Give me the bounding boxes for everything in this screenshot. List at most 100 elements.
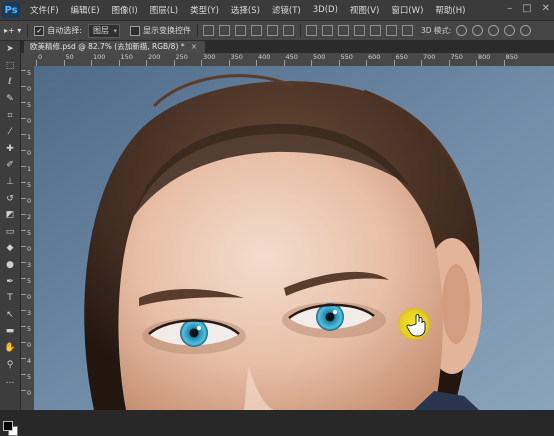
menu-edit[interactable]: 编辑(E) (65, 4, 106, 16)
ruler-tick (21, 294, 26, 295)
3d-rotate-icon[interactable] (456, 25, 468, 36)
healing-tool-icon[interactable]: ✚ (0, 141, 20, 158)
zoom-tool-icon[interactable]: ⚲ (0, 356, 20, 373)
ruler-tick (21, 310, 26, 311)
auto-align-icon[interactable] (401, 25, 413, 36)
ruler-tick-label: 1 (27, 165, 32, 173)
history-brush-tool-icon[interactable]: ↺ (0, 190, 20, 207)
clone-stamp-tool-icon[interactable]: ⊥ (0, 174, 20, 191)
ruler-tick (21, 246, 26, 247)
marquee-tool-icon[interactable]: ⬚ (0, 58, 20, 75)
ruler-tick-label: 500 (313, 53, 326, 61)
ruler-tick-label: 5 (27, 325, 32, 333)
align-bottom-icon[interactable] (234, 25, 246, 36)
menu-filter[interactable]: 滤镜(T) (266, 4, 307, 16)
3d-scale-icon[interactable] (520, 25, 532, 36)
options-bar: ▸+ ▾ ✓ 自动选择: 图层 显示变换控件 3D 模式: (0, 21, 554, 41)
document-tab-bar: 欧美精修.psd @ 82.7% (去加新描, RGB/8) * × (21, 41, 554, 53)
distribute-left-icon[interactable] (353, 25, 365, 36)
crop-tool-icon[interactable]: ⌗ (0, 107, 20, 124)
auto-select-dropdown[interactable]: 图层 (87, 23, 120, 38)
show-transform-option[interactable]: 显示变换控件 (129, 25, 191, 36)
ruler-tick-label: 2 (27, 213, 32, 221)
auto-select-checkbox[interactable]: ✓ (34, 25, 45, 36)
eyedropper-tool-icon[interactable]: ⁄ (0, 124, 20, 141)
ruler-tick (21, 102, 26, 103)
distribute-hcenter-icon[interactable] (369, 25, 381, 36)
ruler-tick-label: 300 (203, 53, 216, 61)
blur-tool-icon[interactable]: ◆ (0, 240, 20, 257)
distribute-bottom-icon[interactable] (337, 25, 349, 36)
align-left-icon[interactable] (250, 25, 262, 36)
menu-type[interactable]: 类型(Y) (184, 4, 225, 16)
lasso-tool-icon[interactable]: ℓ (0, 74, 20, 91)
menu-file[interactable]: 文件(F) (24, 4, 65, 16)
window-controls: – □ ✕ (507, 3, 550, 14)
ruler-tick-label: 3 (27, 309, 32, 317)
align-vcenter-icon[interactable] (218, 25, 230, 36)
foreground-color-swatch[interactable] (3, 421, 13, 431)
ruler-tick (21, 374, 26, 375)
ruler-tick-label: 700 (423, 53, 436, 61)
document-canvas[interactable] (34, 66, 554, 410)
show-transform-checkbox[interactable] (129, 25, 140, 36)
menu-window[interactable]: 窗口(W) (385, 4, 429, 16)
close-icon[interactable]: × (191, 42, 197, 51)
shape-tool-icon[interactable]: ▬ (0, 323, 20, 340)
quick-select-tool-icon[interactable]: ✎ (0, 91, 20, 108)
brush-tool-icon[interactable]: ✐ (0, 157, 20, 174)
dodge-tool-icon[interactable]: ● (0, 257, 20, 274)
ruler-tick (21, 118, 26, 119)
ruler-tick (21, 166, 26, 167)
ruler-tick-label: 250 (175, 53, 188, 61)
align-hcenter-icon[interactable] (266, 25, 278, 36)
ruler-tick (21, 214, 26, 215)
ruler-tick-label: 5 (27, 277, 32, 285)
ruler-tick-label: 5 (27, 101, 32, 109)
close-button[interactable]: ✕ (542, 3, 550, 14)
ruler-tick (21, 230, 26, 231)
pen-tool-icon[interactable]: ✒ (0, 273, 20, 290)
3d-drag-icon[interactable] (488, 25, 500, 36)
ruler-tick-label: 650 (395, 53, 408, 61)
menu-bar: Ps 文件(F) 编辑(E) 图像(I) 图层(L) 类型(Y) 选择(S) 滤… (0, 0, 554, 21)
hand-tool-icon[interactable]: ✋ (0, 340, 20, 357)
vertical-ruler[interactable]: 5 0 5 0 1 0 1 5 0 2 5 0 3 5 0 3 5 0 4 5 0 (21, 66, 35, 410)
ruler-tick-label: 600 (368, 53, 381, 61)
distribute-right-icon[interactable] (385, 25, 397, 36)
menu-view[interactable]: 视图(V) (344, 4, 385, 16)
menu-help[interactable]: 帮助(H) (429, 4, 471, 16)
move-tool-icon[interactable]: ➤ (0, 41, 20, 58)
auto-select-option[interactable]: ✓ 自动选择: (34, 25, 82, 36)
gradient-tool-icon[interactable]: ▭ (0, 224, 20, 241)
menu-select[interactable]: 选择(S) (225, 4, 266, 16)
horizontal-ruler[interactable]: 0 50 100 150 200 250 300 350 400 450 500 550 600 650 7… (34, 53, 554, 67)
3d-roll-icon[interactable] (472, 25, 484, 36)
ruler-tick-label: 450 (285, 53, 298, 61)
align-right-icon[interactable] (282, 25, 294, 36)
align-top-icon[interactable] (202, 25, 214, 36)
move-tool-preset-icon[interactable]: ▸+ ▾ (4, 26, 21, 35)
minimize-button[interactable]: – (507, 3, 512, 14)
menu-3d[interactable]: 3D(D) (307, 5, 344, 15)
ruler-tick-label: 200 (148, 53, 161, 61)
eraser-tool-icon[interactable]: ◩ (0, 207, 20, 224)
ruler-tick (21, 278, 26, 279)
ruler-tick (21, 86, 26, 87)
more-tools-icon[interactable]: … (0, 373, 20, 390)
ruler-tick (21, 150, 26, 151)
maximize-button[interactable]: □ (522, 3, 531, 14)
3d-slide-icon[interactable] (504, 25, 516, 36)
show-transform-label: 显示变换控件 (142, 26, 191, 35)
path-select-tool-icon[interactable]: ↖ (0, 307, 20, 324)
menu-layer[interactable]: 图层(L) (144, 4, 184, 16)
ruler-tick (21, 134, 26, 135)
ruler-tick (21, 358, 26, 359)
distribute-top-icon[interactable] (305, 25, 317, 36)
menu-image[interactable]: 图像(I) (106, 4, 144, 16)
ruler-tick-label: 850 (505, 53, 518, 61)
ruler-corner[interactable] (21, 53, 34, 66)
type-tool-icon[interactable]: T (0, 290, 20, 307)
distribute-vcenter-icon[interactable] (321, 25, 333, 36)
document-tab[interactable]: 欧美精修.psd @ 82.7% (去加新描, RGB/8) * × (24, 41, 206, 53)
